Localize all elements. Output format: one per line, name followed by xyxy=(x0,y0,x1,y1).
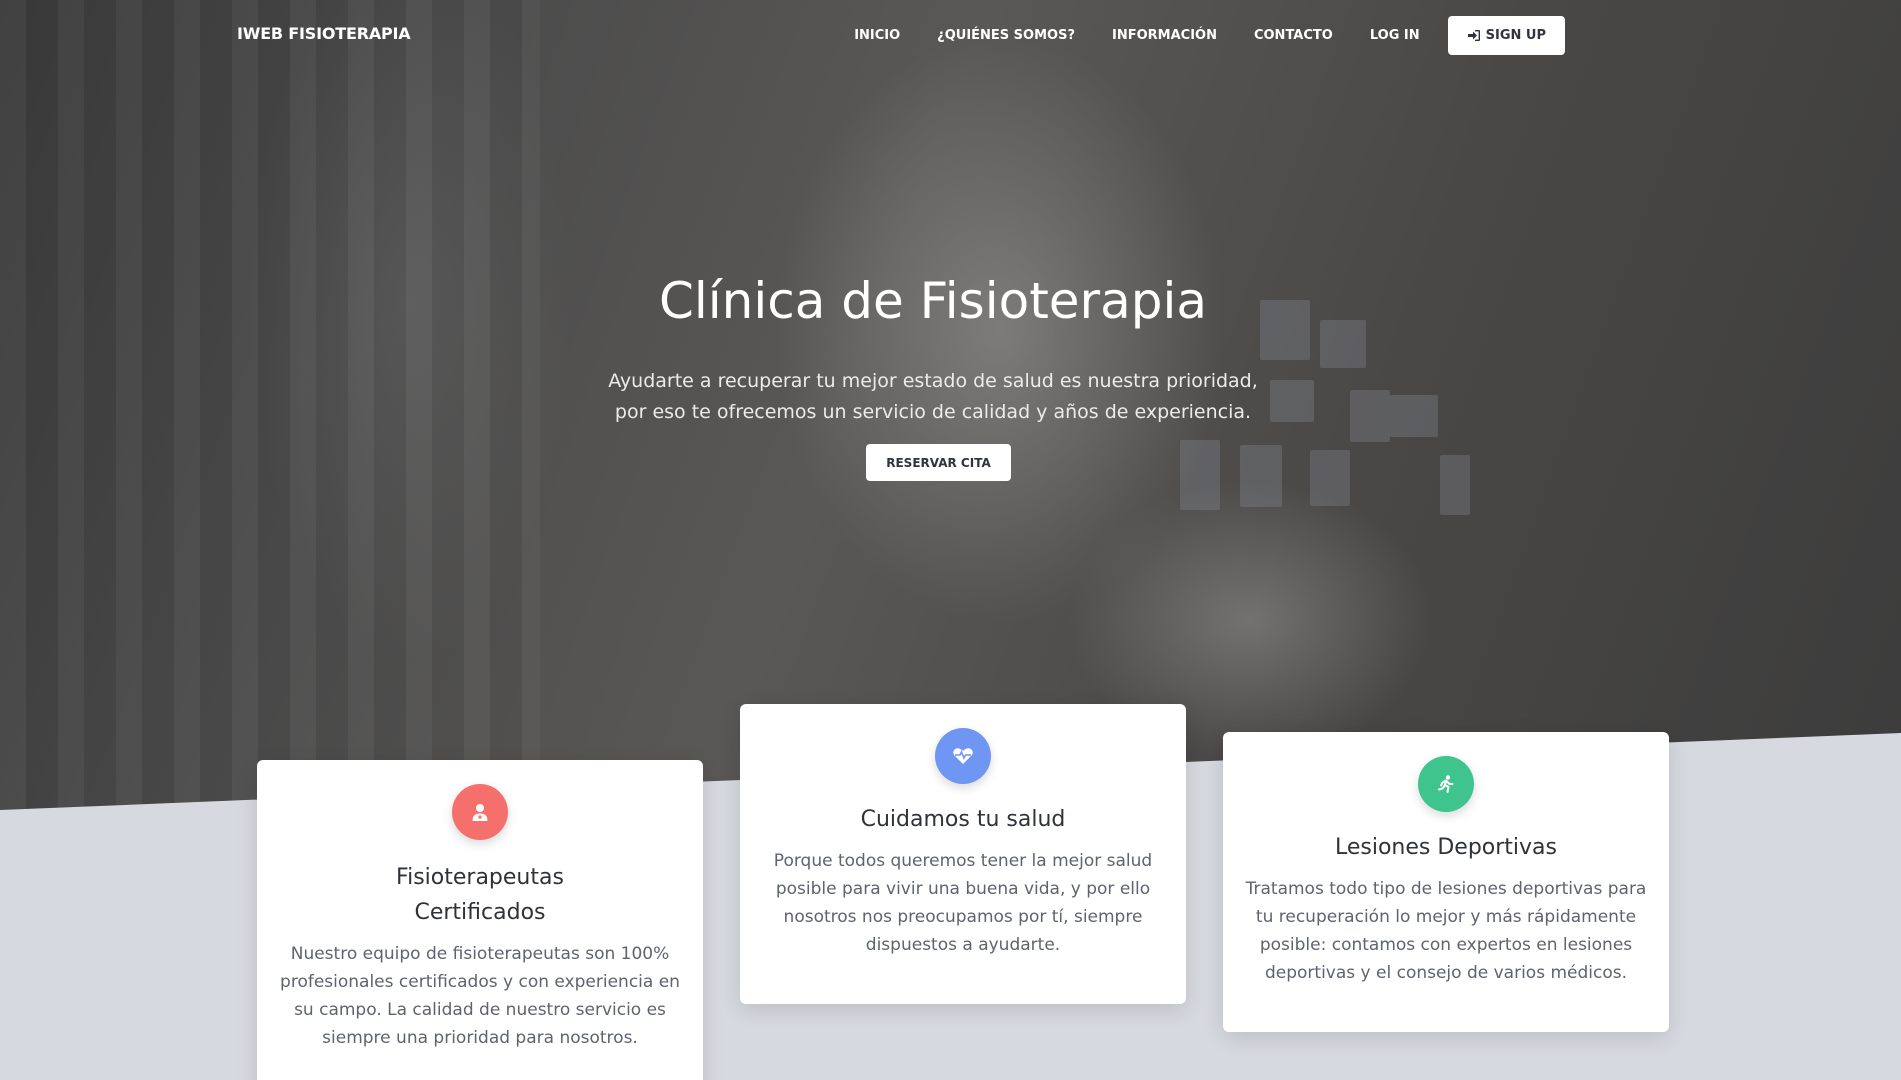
card-text: Nuestro equipo de fisioterapeutas son 10… xyxy=(280,944,680,1048)
sign-in-icon xyxy=(1467,29,1480,41)
reservar-cita-button[interactable]: RESERVAR CITA xyxy=(866,444,1011,481)
brand-logo[interactable]: IWEB FISIOTERAPIA xyxy=(237,24,411,43)
running-icon xyxy=(1418,756,1474,812)
nav-link-quienes-somos[interactable]: ¿QUIÉNES SOMOS? xyxy=(937,28,1075,43)
user-doctor-icon xyxy=(452,784,508,840)
nav-link-informacion[interactable]: INFORMACIÓN xyxy=(1112,28,1217,43)
hero-subtitle: Ayudarte a recuperar tu mejor estado de … xyxy=(0,366,1866,428)
sign-up-button[interactable]: SIGN UP xyxy=(1447,15,1565,55)
nav-links: INICIO ¿QUIÉNES SOMOS? INFORMACIÓN CONTA… xyxy=(817,15,1565,55)
card-title: Fisioterapeutas Certificados xyxy=(275,860,685,930)
sign-up-label: SIGN UP xyxy=(1485,27,1546,43)
navbar: IWEB FISIOTERAPIA INICIO ¿QUIÉNES SOMOS?… xyxy=(0,0,1901,70)
card-text: Porque todos queremos tener la mejor sal… xyxy=(773,851,1153,955)
hero-subtitle-line: por eso te ofrecemos un servicio de cali… xyxy=(614,401,1252,423)
card-title-line: Fisioterapeutas xyxy=(396,865,564,890)
nav-link-log-in[interactable]: LOG IN xyxy=(1370,28,1420,43)
nav-link-contacto[interactable]: CONTACTO xyxy=(1254,28,1333,43)
feature-card-health: Cuidamos tu salud Porque todos queremos … xyxy=(740,704,1186,1004)
hero-title: Clínica de Fisioterapia xyxy=(658,272,1208,330)
feature-card-certified: Fisioterapeutas Certificados Nuestro equ… xyxy=(257,760,703,1080)
nav-link-inicio[interactable]: INICIO xyxy=(854,28,900,43)
hero-subtitle-line: Ayudarte a recuperar tu mejor estado de … xyxy=(608,370,1258,392)
heartbeat-icon xyxy=(935,728,991,784)
card-title: Lesiones Deportivas xyxy=(1334,835,1558,860)
card-text: Tratamos todo tipo de lesiones deportiva… xyxy=(1245,879,1647,983)
feature-card-sports-injuries: Lesiones Deportivas Tratamos todo tipo d… xyxy=(1223,732,1669,1032)
card-title: Cuidamos tu salud xyxy=(860,807,1066,832)
card-title-line: Certificados xyxy=(414,900,546,925)
